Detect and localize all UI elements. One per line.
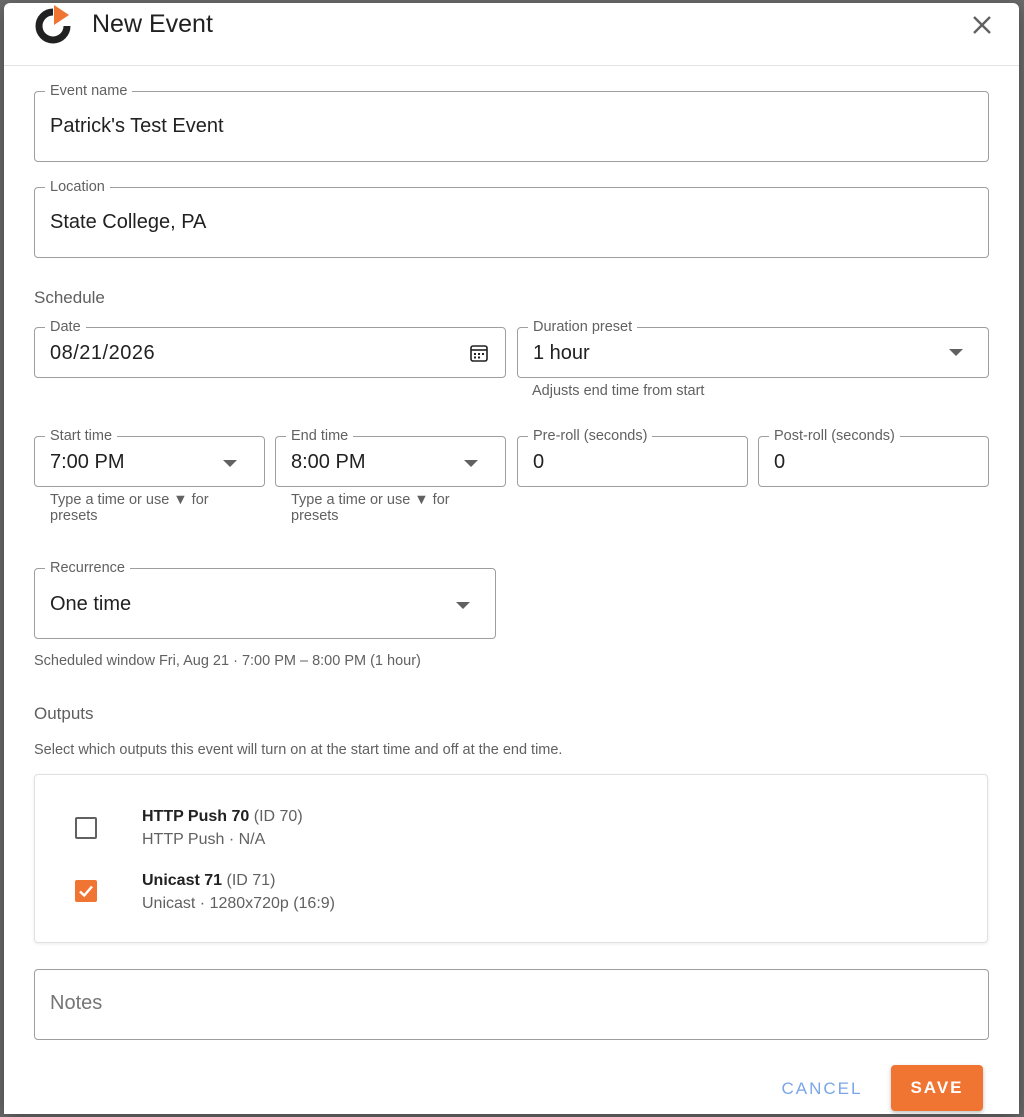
- recurrence-select[interactable]: Recurrence One time: [34, 559, 496, 639]
- output-id: (ID 71): [226, 872, 276, 889]
- location-field[interactable]: Location State College, PA: [34, 178, 989, 258]
- outputs-list: HTTP Push 70 (ID 70) HTTP Push · N/A Uni…: [34, 774, 988, 943]
- post-roll-field[interactable]: Post-roll (seconds) 0: [758, 427, 989, 487]
- recurrence-value: One time: [50, 593, 132, 615]
- outputs-description: Select which outputs this event will tur…: [34, 742, 563, 758]
- duration-preset-label: Duration preset: [528, 318, 638, 336]
- location-label: Location: [45, 178, 110, 196]
- end-time-field[interactable]: End time 8:00 PM: [275, 427, 506, 487]
- post-roll-label: Post-roll (seconds): [769, 427, 900, 445]
- end-time-value: 8:00 PM: [291, 451, 366, 473]
- dialog-header: New Event: [4, 3, 1019, 66]
- dialog-title: New Event: [92, 10, 213, 38]
- chevron-down-icon[interactable]: [223, 460, 237, 467]
- notes-placeholder: Notes: [50, 992, 103, 1014]
- event-name-field[interactable]: Event name Patrick's Test Event: [34, 82, 989, 162]
- pre-roll-field[interactable]: Pre-roll (seconds) 0: [517, 427, 748, 487]
- check-icon: [79, 885, 93, 898]
- event-name-value: Patrick's Test Event: [50, 115, 224, 137]
- start-time-helper-line1: Type a time or use ▼ for: [50, 492, 209, 508]
- schedule-heading: Schedule: [34, 288, 105, 307]
- end-time-helper-line1: Type a time or use ▼ for: [291, 492, 450, 508]
- date-value: 08/21/2026: [50, 342, 156, 364]
- duration-preset-select[interactable]: Duration preset 1 hour: [517, 318, 989, 378]
- output-checkbox-unicast-71[interactable]: [75, 880, 97, 902]
- output-name: HTTP Push 70: [142, 808, 250, 825]
- duration-preset-helper: Adjusts end time from start: [532, 383, 705, 399]
- start-time-label: Start time: [45, 427, 118, 445]
- output-title-unicast-71: Unicast 71 (ID 71): [142, 872, 275, 890]
- start-time-field[interactable]: Start time 7:00 PM: [34, 427, 265, 487]
- end-time-helper: Type a time or use ▼ for presets: [291, 492, 450, 524]
- end-time-helper-line2: presets: [291, 508, 339, 524]
- event-name-label: Event name: [45, 82, 133, 100]
- cancel-button[interactable]: CANCEL: [766, 1069, 878, 1109]
- power-play-logo-icon: [35, 5, 71, 44]
- recurrence-label: Recurrence: [45, 559, 130, 577]
- output-subtitle: HTTP Push · N/A: [142, 831, 266, 848]
- chevron-down-icon[interactable]: [464, 460, 478, 467]
- outputs-heading: Outputs: [34, 704, 94, 723]
- output-name: Unicast 71: [142, 872, 223, 889]
- output-checkbox-http-push-70[interactable]: [75, 817, 97, 839]
- start-time-helper-line2: presets: [50, 508, 98, 524]
- pre-roll-label: Pre-roll (seconds): [528, 427, 653, 445]
- output-id: (ID 70): [253, 808, 303, 825]
- chevron-down-icon[interactable]: [456, 602, 470, 609]
- end-time-label: End time: [286, 427, 354, 445]
- pre-roll-value: 0: [533, 451, 545, 473]
- calendar-icon[interactable]: [469, 343, 489, 363]
- date-field[interactable]: Date 08/21/2026: [34, 318, 506, 378]
- start-time-helper: Type a time or use ▼ for presets: [50, 492, 209, 524]
- close-icon[interactable]: [968, 11, 996, 39]
- post-roll-value: 0: [774, 451, 786, 473]
- date-label: Date: [45, 318, 86, 336]
- output-subtitle: Unicast · 1280x720p (16:9): [142, 895, 335, 912]
- location-value: State College, PA: [50, 211, 207, 233]
- output-title-http-push-70: HTTP Push 70 (ID 70): [142, 808, 303, 826]
- duration-preset-value: 1 hour: [533, 342, 590, 364]
- scheduled-window-summary: Scheduled window Fri, Aug 21 · 7:00 PM –…: [34, 653, 421, 669]
- new-event-dialog: New Event Event name Patrick's Test Even…: [4, 3, 1019, 1114]
- save-button[interactable]: SAVE: [891, 1065, 983, 1111]
- notes-field[interactable]: Notes: [34, 969, 989, 1040]
- chevron-down-icon[interactable]: [949, 349, 963, 356]
- start-time-value: 7:00 PM: [50, 451, 125, 473]
